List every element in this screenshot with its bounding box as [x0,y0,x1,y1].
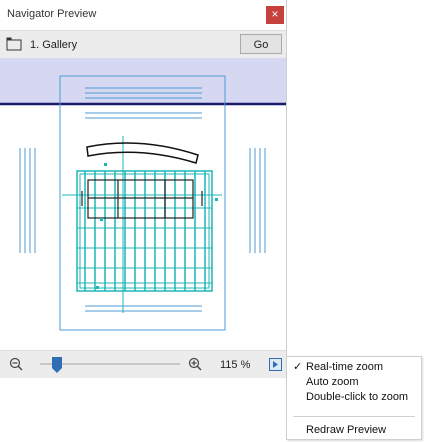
close-icon: × [271,7,279,21]
menu-item-auto-zoom[interactable]: Auto zoom [287,374,421,390]
preview-canvas[interactable] [0,58,286,350]
close-button[interactable]: × [266,6,284,24]
zoom-value: 115 % [220,359,251,371]
zoom-bar: 115 % [0,350,286,378]
menu-item-real-time-zoom[interactable]: ✓ Real-time zoom [287,359,421,375]
ceiling-band [0,58,286,104]
zoom-out-icon[interactable] [9,357,23,371]
check-icon: ✓ [293,361,303,373]
bottom-hatch [85,305,202,312]
right-wall-lines [249,148,266,253]
menu-item-double-click-zoom[interactable]: Double-click to zoom [287,389,421,405]
title-bar: Navigator Preview × [0,0,286,30]
menu-item-label: Double-click to zoom [306,391,409,403]
menu-separator [293,416,415,417]
curved-roof [86,142,199,164]
menu-item-redraw-preview[interactable]: Redraw Preview [287,422,421,438]
menu-arrow-icon [273,361,278,368]
left-wall-lines [19,148,36,253]
zoom-in-icon[interactable] [188,357,202,371]
go-button[interactable]: Go [240,34,282,54]
menu-item-label: Redraw Preview [306,424,387,436]
view-name-label: 1. Gallery [30,39,78,51]
plan-grid [76,170,213,292]
window-title: Navigator Preview [7,8,97,20]
preview-drawing [0,58,286,331]
navigator-preview-panel: Navigator Preview × 1. Gallery Go 115 % [0,0,287,378]
zoom-slider-thumb[interactable] [51,357,62,373]
view-bar: 1. Gallery Go [0,30,286,60]
menu-item-label: Auto zoom [306,376,359,388]
zoom-options-menu: ✓ Real-time zoom Auto zoom Double-click … [286,356,422,440]
zoom-options-button[interactable] [269,358,282,371]
view-icon [6,37,22,51]
menu-item-label: Real-time zoom [306,361,384,373]
